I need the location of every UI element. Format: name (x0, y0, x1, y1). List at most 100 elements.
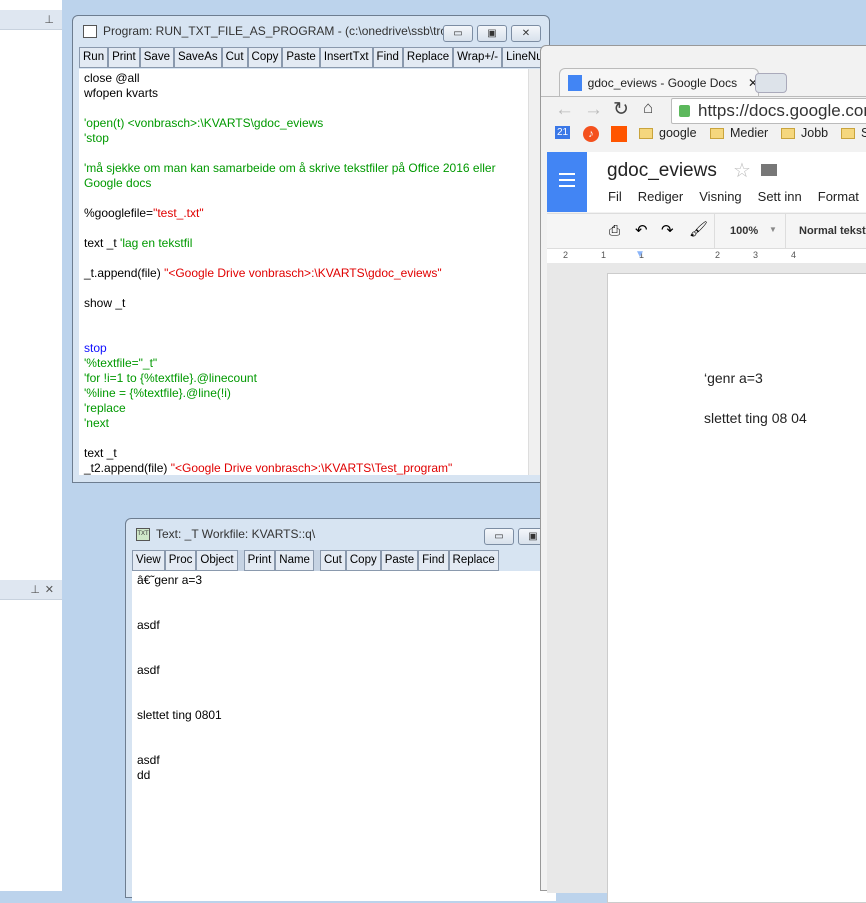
code-editor[interactable]: close @all wfopen kvarts 'open(t) <vonbras… (79, 69, 529, 475)
replace-button[interactable]: Replace (448, 550, 499, 571)
text-window: TXT Text: _T Workfile: KVARTS::q\ ▭ ▣ Vie… (125, 518, 556, 901)
object-button[interactable]: Object (196, 550, 238, 571)
forward-icon[interactable]: → (584, 99, 603, 121)
replace-button[interactable]: Replace (402, 47, 454, 68)
find-button[interactable]: Find (418, 550, 449, 571)
folder-icon (710, 127, 724, 139)
saveas-button[interactable]: SaveAs (173, 47, 222, 68)
paint-format-icon[interactable]: 🖌 (689, 220, 708, 238)
lock-icon (679, 105, 690, 117)
copy-button[interactable]: Copy (247, 47, 283, 68)
new-tab-button[interactable] (755, 73, 787, 93)
window-title: Program: RUN_TXT_FILE_AS_PROGRAM - (c:\o… (103, 24, 460, 38)
cut-button[interactable]: Cut (221, 47, 248, 68)
cut-button[interactable]: Cut (319, 550, 346, 571)
paste-button[interactable]: Paste (282, 47, 320, 68)
code-token: text _t (84, 236, 121, 250)
maximize-button[interactable]: ▣ (477, 25, 507, 42)
save-button[interactable]: Save (139, 47, 174, 68)
calendar-icon: 21 (555, 126, 571, 139)
print-button[interactable]: Print (108, 47, 140, 68)
menu-item-fil[interactable]: Fil (608, 189, 622, 204)
paste-button[interactable]: Paste (380, 550, 419, 571)
text-line: dd (137, 768, 151, 782)
style-select[interactable]: Normal tekst (799, 225, 866, 237)
ruler[interactable]: 2 1 1 2 3 4 ▼ (547, 249, 866, 263)
text-line (137, 648, 551, 663)
run-button[interactable]: Run (79, 47, 109, 68)
bookmark-google[interactable]: google (639, 126, 697, 140)
pin-icon[interactable]: ⊥ (44, 13, 54, 26)
doc-canvas: ‘genr a=3 slettet ting 08 04 (547, 263, 866, 903)
code-line: _t.append(file) "<Google Drive vonbrasch… (84, 266, 524, 281)
code-line: 'replace (84, 401, 524, 416)
inserttxt-button[interactable]: InsertTxt (319, 47, 373, 68)
bookmark-jobb[interactable]: Jobb (781, 126, 828, 140)
code-line: stop (84, 341, 524, 356)
text-content[interactable]: â€˜genr a=3 asdf asdf slettet ting 0801 asdf… (132, 571, 556, 901)
address-bar[interactable]: https://docs.google.com (671, 98, 866, 124)
reload-icon[interactable]: ↻ (613, 98, 629, 121)
browser-tab[interactable]: gdoc_eviews - Google Docs ✕ (559, 68, 759, 96)
menu-item-visning[interactable]: Visning (699, 189, 741, 204)
minimize-button[interactable]: ▭ (443, 25, 473, 42)
text-line (137, 588, 551, 603)
close-icon[interactable]: ✕ (45, 583, 54, 596)
text-line: slettet ting 0801 (137, 708, 222, 722)
menu-item-rediger[interactable]: Rediger (638, 189, 684, 204)
ruler-tick-label: 1 (601, 250, 607, 260)
close-button[interactable]: ✕ (511, 25, 541, 42)
print-icon[interactable]: ⎙ (609, 222, 620, 239)
browser-window: gdoc_eviews - Google Docs ✕ ← → ↻ ⌂ https… (540, 45, 866, 903)
copy-button[interactable]: Copy (345, 550, 381, 571)
doc-page[interactable]: ‘genr a=3 slettet ting 08 04 (607, 273, 866, 903)
folder-icon[interactable] (761, 164, 777, 176)
bookmark-music[interactable]: ♪ (583, 126, 599, 142)
redo-icon[interactable]: ↷ (661, 221, 674, 239)
code-line: close @all (84, 71, 524, 86)
code-line: text _t 'lag en tekstfil (84, 236, 524, 251)
text-line: asdf (137, 618, 160, 632)
url-text: https://docs.google.com (698, 101, 866, 120)
bookmark-calendar[interactable]: 21 (555, 126, 571, 139)
doc-title[interactable]: gdoc_eviews (607, 160, 717, 182)
zoom-select[interactable]: 100% (730, 225, 758, 237)
undo-icon[interactable]: ↶ (635, 221, 648, 239)
code-token: 'stop (84, 131, 109, 145)
pane-header: ⊥ (0, 10, 62, 30)
indent-marker[interactable]: ▼ (635, 249, 645, 260)
code-line: Google docs (84, 176, 524, 191)
view-button[interactable]: View (132, 550, 165, 571)
code-token: %googlefile= (84, 206, 154, 220)
print-button[interactable]: Print (243, 550, 276, 571)
bookmark-soundcloud[interactable] (611, 126, 627, 142)
bookmark-medier[interactable]: Medier (710, 126, 768, 140)
pin-icon[interactable]: ⊥ (30, 583, 40, 596)
wrap-button[interactable]: Wrap+/- (453, 47, 503, 68)
menu-item-sett-inn[interactable]: Sett inn (758, 189, 802, 204)
code-token: 'replace (84, 401, 126, 415)
code-line: 'open(t) <vonbrasch>:\KVARTS\gdoc_eviews (84, 116, 524, 131)
minimize-button[interactable]: ▭ (484, 528, 514, 545)
docs-header: gdoc_eviews ☆ Fil Rediger Visning Sett inn F… (547, 152, 866, 212)
bookmark-s[interactable]: S (841, 126, 866, 140)
star-icon[interactable]: ☆ (733, 158, 751, 183)
docs-menu-icon[interactable] (547, 152, 587, 212)
proc-button[interactable]: Proc (164, 550, 197, 571)
bookmark-label: Jobb (801, 126, 829, 140)
code-line: 'next (84, 416, 524, 431)
code-token: _t2.append(file) (84, 461, 171, 475)
menu-item-format[interactable]: Format (818, 189, 859, 204)
back-icon[interactable]: ← (555, 99, 574, 121)
bookmark-label: google (659, 126, 697, 140)
folder-icon (639, 127, 653, 139)
code-token: 'for !i=1 to {%textfile}.@linecount (84, 371, 257, 385)
text-line (137, 723, 551, 738)
name-button[interactable]: Name (275, 550, 314, 571)
find-button[interactable]: Find (372, 47, 403, 68)
home-icon[interactable]: ⌂ (643, 98, 653, 118)
